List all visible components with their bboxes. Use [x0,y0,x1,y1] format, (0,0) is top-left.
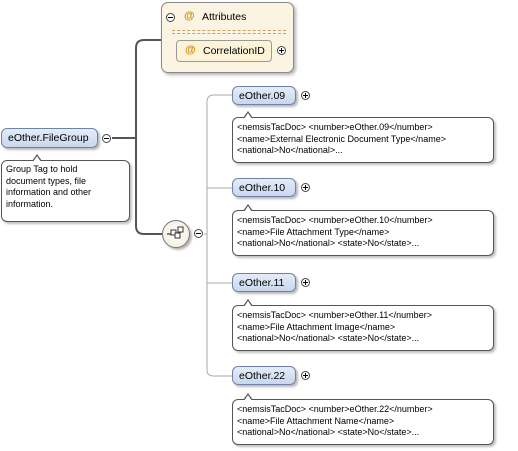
root-element-node[interactable]: eOther.FileGroup [1,128,98,148]
element-label: eOther.11 [239,277,285,289]
annotation-line: <national>No</national>... [237,145,343,155]
element-node-eother22[interactable]: eOther.22 [232,366,296,385]
sequence-collapse-icon[interactable] [194,229,203,238]
attributes-title: Attributes [202,11,247,23]
attribute-label: CorrelationID [203,45,265,57]
annotation-line: <nemsisTacDoc> <number>eOther.11</number… [237,310,432,320]
attribute-at-icon: @ [184,10,195,22]
annotation-line: <nemsisTacDoc> <number>eOther.22</number… [237,404,433,414]
element-node-eother11[interactable]: eOther.11 [232,273,296,292]
root-annotation-line: Group Tag to hold [6,164,78,174]
annotation-line: <nemsisTacDoc> <number>eOther.10</number… [237,215,433,225]
element-label: eOther.10 [239,182,286,194]
attributes-collapse-icon[interactable] [166,13,175,22]
root-annotation-line: document types, file [6,175,87,186]
attributes-panel: @ Attributes @ CorrelationID [161,2,294,73]
connector-sequence-spine [204,94,232,235]
root-annotation-line: information and other [6,187,92,197]
element-expand-icon[interactable] [301,183,310,192]
root-element-label: eOther.FileGroup [8,132,89,144]
element-node-eother09[interactable]: eOther.09 [232,86,296,105]
element-annotation-eother22: <nemsisTacDoc> <number>eOther.22</number… [232,393,494,445]
annotation-line: <name>External Electronic Document Type<… [237,133,446,144]
element-expand-icon[interactable] [301,91,310,100]
annotation-line: <name>File Attachment Image</name> [237,321,396,332]
attribute-node-correlationid[interactable]: @ CorrelationID [176,40,272,62]
connector-root-to-sequence [135,138,162,235]
element-node-eother10[interactable]: eOther.10 [232,178,296,197]
element-annotation-eother09: <nemsisTacDoc> <number>eOther.09</number… [232,111,494,163]
element-label: eOther.22 [239,370,286,382]
annotation-line: <national>No</national> <state>No</state… [237,427,420,437]
element-annotation-eother11: <nemsisTacDoc> <number>eOther.11</number… [232,299,494,351]
element-label: eOther.09 [239,90,286,102]
element-expand-icon[interactable] [301,278,310,287]
element-expand-icon[interactable] [301,371,310,380]
annotation-line: <nemsisTacDoc> <number>eOther.09</number… [237,122,433,132]
attribute-at-icon: @ [185,44,196,56]
attribute-expand-icon[interactable] [277,46,286,55]
root-collapse-icon[interactable] [102,134,111,143]
annotation-line: <national>No</national> <state>No</state… [237,333,420,343]
annotation-line: <national>No</national> <state>No</state… [237,238,420,248]
connector-root-trunk [112,39,161,139]
root-annotation-line: information. [6,198,54,209]
annotation-line: <name>File Attachment Type</name> [237,226,390,237]
element-annotation-eother10: <nemsisTacDoc> <number>eOther.10</number… [232,204,494,256]
connector-sequence-spine-lower [206,234,232,377]
annotation-line: <name>File Attachment Name</name> [237,415,395,426]
root-annotation: Group Tag to hold document types, file i… [1,154,130,222]
sequence-compositor-icon[interactable] [162,220,190,248]
